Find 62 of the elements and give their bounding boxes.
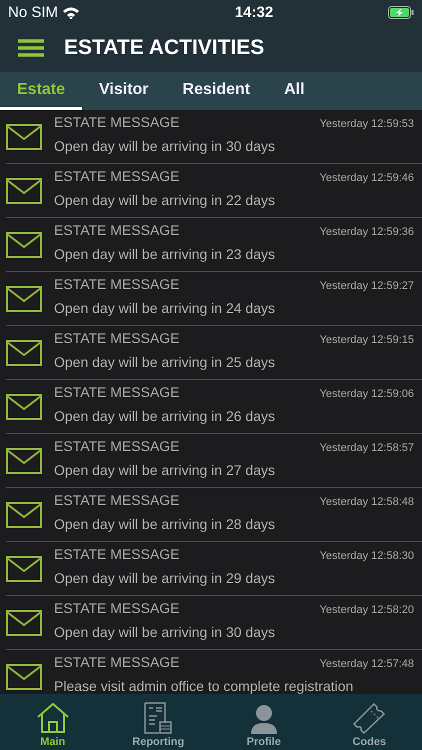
message-title: ESTATE MESSAGE	[54, 276, 180, 292]
message-title: ESTATE MESSAGE	[54, 600, 180, 616]
message-title: ESTATE MESSAGE	[54, 330, 180, 346]
clock-text: 14:32	[234, 4, 274, 20]
nav-tab[interactable]: Profile	[211, 694, 316, 750]
envelope-icon	[6, 610, 42, 636]
tab[interactable]: Resident	[166, 72, 268, 110]
message-title: ESTATE MESSAGE	[54, 222, 180, 238]
message-time: Yesterday 12:58:30	[320, 550, 414, 562]
message-time: Yesterday 12:59:15	[320, 334, 414, 346]
battery-icon	[388, 6, 414, 18]
nav-tab[interactable]: Main	[0, 694, 106, 750]
message-time: Yesterday 12:58:48	[320, 496, 414, 508]
message-text: Open day will be arriving in 26 days	[54, 408, 276, 424]
envelope-icon	[6, 394, 42, 420]
envelope-icon	[6, 178, 42, 204]
carrier-text: No SIM	[8, 4, 58, 20]
report-icon	[143, 702, 174, 734]
ticket-icon	[352, 702, 386, 734]
message-text: Open day will be arriving in 29 days	[54, 570, 276, 586]
envelope-icon	[6, 232, 42, 258]
message-title: ESTATE MESSAGE	[54, 384, 180, 400]
nav-tab[interactable]: Codes	[316, 694, 422, 750]
message-text: Open day will be arriving in 30 days	[54, 624, 276, 640]
tab[interactable]: All	[267, 72, 322, 110]
nav-tab[interactable]: Reporting	[106, 694, 211, 750]
message-time: Yesterday 12:58:57	[320, 442, 414, 454]
message-title: ESTATE MESSAGE	[54, 546, 180, 562]
message-time: Yesterday 12:58:20	[320, 604, 414, 616]
envelope-icon	[6, 124, 42, 150]
message-text: Please visit admin office to complete registration	[54, 678, 354, 694]
menu-button[interactable]	[18, 39, 44, 57]
page-title: ESTATE ACTIVITIES	[64, 36, 264, 60]
message-time: Yesterday 12:59:27	[320, 280, 414, 292]
envelope-icon	[6, 664, 42, 690]
wifi-icon	[62, 6, 80, 18]
message-time: Yesterday 12:57:48	[320, 658, 414, 670]
tab[interactable]: Visitor	[82, 72, 166, 110]
message-text: Open day will be arriving in 23 days	[54, 246, 276, 262]
envelope-icon	[6, 502, 42, 528]
message-title: ESTATE MESSAGE	[54, 438, 180, 454]
message-text: Open day will be arriving in 30 days	[54, 138, 276, 154]
message-time: Yesterday 12:59:36	[320, 226, 414, 238]
person-icon	[250, 704, 278, 734]
envelope-icon	[6, 448, 42, 474]
message-text: Open day will be arriving in 22 days	[54, 192, 276, 208]
home-icon	[36, 702, 70, 734]
message-title: ESTATE MESSAGE	[54, 114, 180, 130]
envelope-icon	[6, 556, 42, 582]
message-time: Yesterday 12:59:06	[320, 388, 414, 400]
envelope-icon	[6, 286, 42, 312]
message-text: Open day will be arriving in 27 days	[54, 462, 276, 478]
envelope-icon	[6, 340, 42, 366]
message-text: Open day will be arriving in 28 days	[54, 516, 276, 532]
message-title: ESTATE MESSAGE	[54, 654, 180, 670]
message-title: ESTATE MESSAGE	[54, 168, 180, 184]
message-text: Open day will be arriving in 24 days	[54, 300, 276, 316]
message-title: ESTATE MESSAGE	[54, 492, 180, 508]
message-time: Yesterday 12:59:53	[320, 118, 414, 130]
tab[interactable]: Estate	[0, 72, 82, 110]
message-time: Yesterday 12:59:46	[320, 172, 414, 184]
message-text: Open day will be arriving in 25 days	[54, 354, 276, 370]
